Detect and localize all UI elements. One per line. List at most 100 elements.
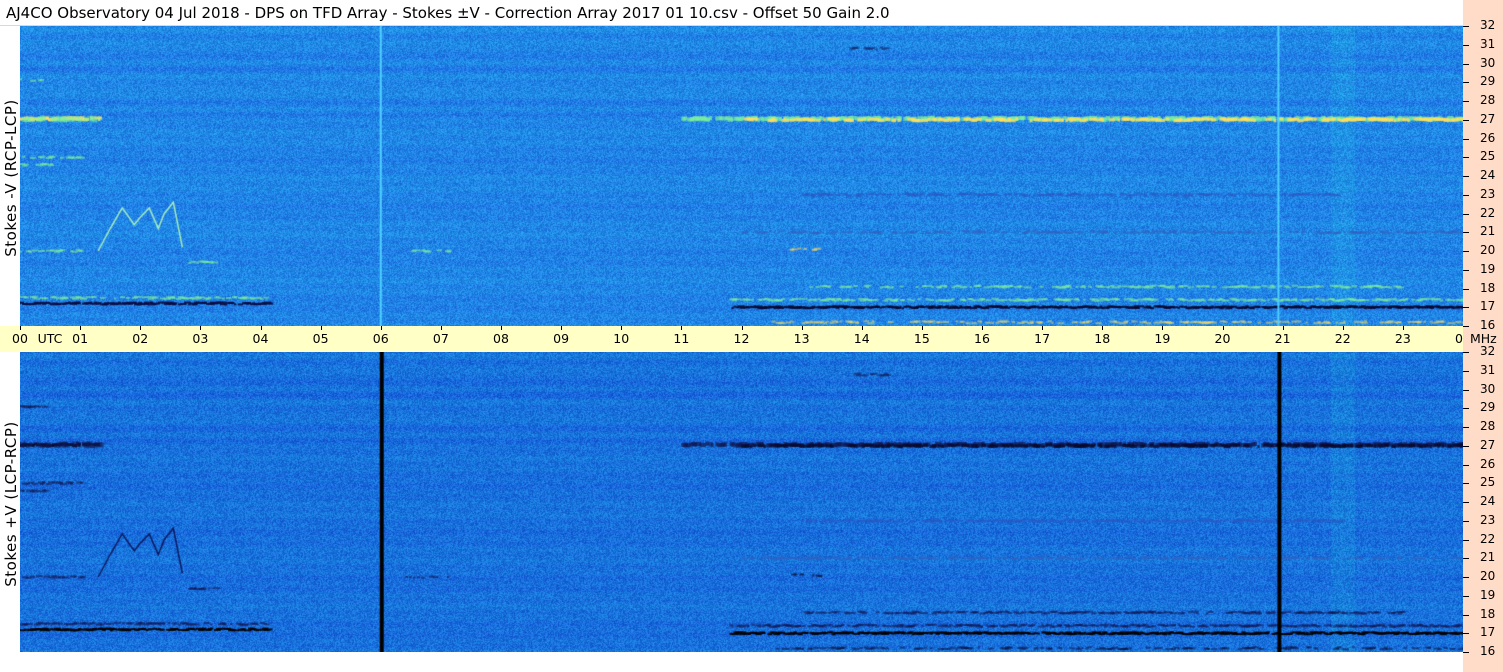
frequency-tick-mark bbox=[1463, 539, 1469, 541]
frequency-tick-label: 26 bbox=[1480, 456, 1496, 471]
frequency-tick-label: 23 bbox=[1480, 512, 1496, 527]
frequency-tick-label: 25 bbox=[1480, 475, 1496, 490]
frequency-tick-label: 29 bbox=[1480, 400, 1496, 415]
frequency-tick-mark bbox=[1463, 138, 1469, 140]
time-tick-mark bbox=[1342, 326, 1344, 330]
frequency-tick-label: 31 bbox=[1480, 362, 1496, 377]
frequency-tick-mark bbox=[1463, 307, 1469, 309]
time-tick-mark bbox=[501, 326, 502, 330]
time-tick-label: 00 bbox=[12, 331, 28, 346]
spectrogram-canvas-bottom bbox=[20, 352, 1463, 652]
frequency-tick-mark bbox=[1463, 408, 1469, 410]
frequency-tick-label: 16 bbox=[1480, 318, 1496, 332]
frequency-tick-label: 27 bbox=[1480, 437, 1496, 452]
frequency-tick-label: 22 bbox=[1480, 205, 1496, 220]
frequency-tick-mark bbox=[1463, 389, 1469, 391]
time-tick-mark bbox=[1162, 326, 1164, 330]
frequency-tick-mark bbox=[1463, 577, 1469, 578]
time-tick-label: 18 bbox=[1094, 331, 1111, 346]
time-tick-mark bbox=[621, 326, 623, 330]
time-tick-mark bbox=[80, 326, 82, 330]
time-tick-mark bbox=[861, 326, 863, 330]
time-tick-label: 10 bbox=[613, 331, 630, 346]
frequency-tick-mark bbox=[1463, 520, 1469, 522]
frequency-tick-label: 21 bbox=[1480, 224, 1496, 239]
frequency-tick-mark bbox=[1463, 26, 1469, 27]
time-tick-label: 05 bbox=[312, 331, 329, 346]
frequency-tick-mark bbox=[1463, 352, 1469, 353]
frequency-tick-label: 20 bbox=[1480, 243, 1496, 257]
frequency-tick-mark bbox=[1463, 82, 1469, 84]
frequency-tick-mark bbox=[1463, 63, 1469, 65]
frequency-tick-label: 28 bbox=[1480, 419, 1496, 433]
frequency-tick-label: 16 bbox=[1480, 644, 1496, 658]
frequency-tick-label: 30 bbox=[1480, 55, 1496, 70]
frequency-tick-mark bbox=[1463, 483, 1469, 485]
frequency-tick-mark bbox=[1463, 326, 1469, 327]
time-tick-label: 19 bbox=[1154, 331, 1171, 346]
frequency-tick-label: 28 bbox=[1480, 93, 1496, 107]
frequency-tick-mark bbox=[1463, 558, 1469, 560]
time-tick-label: 06 bbox=[372, 331, 389, 346]
time-tick-mark bbox=[1102, 326, 1104, 330]
time-tick-mark bbox=[801, 326, 803, 330]
time-tick-mark bbox=[681, 326, 683, 330]
frequency-tick-mark bbox=[1463, 427, 1469, 428]
frequency-tick-label: 32 bbox=[1480, 344, 1496, 358]
frequency-tick-mark bbox=[1463, 633, 1469, 635]
time-tick-mark bbox=[140, 326, 142, 330]
frequency-tick-label: 23 bbox=[1480, 186, 1496, 201]
frequency-tick-label: 24 bbox=[1480, 494, 1496, 508]
time-tick-label: 22 bbox=[1334, 331, 1351, 346]
frequency-tick-label: 17 bbox=[1480, 625, 1496, 640]
frequency-tick-label: 24 bbox=[1480, 168, 1496, 182]
time-tick-mark bbox=[561, 326, 563, 330]
frequency-tick-label: 21 bbox=[1480, 550, 1496, 565]
frequency-tick-mark bbox=[1463, 614, 1469, 616]
y-axis-label-bottom: Stokes +V (LCP-RCP) bbox=[2, 421, 20, 587]
spectrogram-top bbox=[20, 26, 1463, 326]
time-tick-label: 04 bbox=[252, 331, 269, 346]
frequency-tick-label: 22 bbox=[1480, 531, 1496, 546]
time-tick-mark bbox=[380, 326, 382, 330]
time-tick-label: 15 bbox=[913, 331, 930, 346]
frequency-tick-label: 18 bbox=[1480, 606, 1496, 621]
time-axis: 00 UTC 01 02 03 04 05 06 07 08 09 10 11 12 13 14 15 16 17 1… bbox=[0, 326, 1471, 352]
time-tick-mark bbox=[1222, 326, 1224, 330]
spectrogram-canvas-top bbox=[20, 26, 1463, 326]
chart-title: AJ4CO Observatory 04 Jul 2018 - DPS on T… bbox=[6, 4, 890, 22]
frequency-tick-mark bbox=[1463, 269, 1469, 271]
y-axis-label-top: Stokes -V (RCP-LCP) bbox=[2, 99, 20, 257]
frequency-tick-mark bbox=[1463, 176, 1469, 177]
time-tick-mark bbox=[200, 326, 202, 330]
frequency-tick-label: 17 bbox=[1480, 299, 1496, 314]
frequency-tick-mark bbox=[1463, 232, 1469, 234]
frequency-tick-mark bbox=[1463, 502, 1469, 503]
frequency-tick-mark bbox=[1463, 464, 1469, 466]
time-tick-mark bbox=[1042, 326, 1044, 330]
time-tick-label: 12 bbox=[733, 331, 750, 346]
frequency-tick-label: 31 bbox=[1480, 36, 1496, 51]
time-tick-label: 23 bbox=[1394, 331, 1411, 346]
frequency-tick-mark bbox=[1463, 101, 1469, 102]
frequency-tick-label: 19 bbox=[1480, 587, 1496, 602]
spectrogram-bottom bbox=[20, 352, 1463, 652]
time-tick-label: 07 bbox=[432, 331, 449, 346]
frequency-tick-mark bbox=[1463, 288, 1469, 290]
frequency-tick-mark bbox=[1463, 157, 1469, 159]
frequency-tick-label: 29 bbox=[1480, 74, 1496, 89]
frequency-tick-label: 27 bbox=[1480, 111, 1496, 126]
time-tick-mark bbox=[440, 326, 442, 330]
time-tick-label: 03 bbox=[192, 331, 209, 346]
time-tick-label: 14 bbox=[853, 331, 870, 346]
frequency-tick-label: 19 bbox=[1480, 261, 1496, 276]
time-tick-mark bbox=[260, 326, 262, 330]
frequency-tick-label: 18 bbox=[1480, 280, 1496, 295]
frequency-tick-label: 30 bbox=[1480, 381, 1496, 396]
time-tick-mark bbox=[1282, 326, 1284, 330]
frequency-tick-label: 25 bbox=[1480, 149, 1496, 164]
frequency-tick-label: 32 bbox=[1480, 18, 1496, 32]
frequency-tick-mark bbox=[1463, 194, 1469, 196]
frequency-tick-mark bbox=[1463, 119, 1469, 121]
frequency-tick-label: 20 bbox=[1480, 569, 1496, 583]
